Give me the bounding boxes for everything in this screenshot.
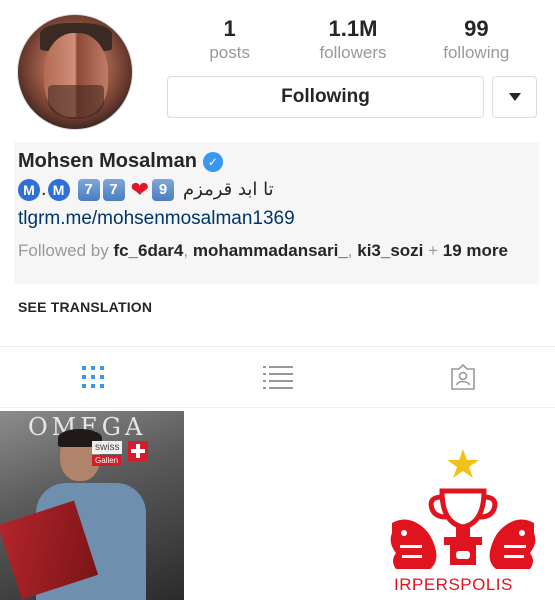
perspolis-logo-text: IRPERSPOLIS bbox=[394, 575, 513, 594]
following-button[interactable]: Following bbox=[167, 76, 484, 118]
followed-by: Followed by fc_6dar4, mohammadansari_, k… bbox=[18, 240, 528, 262]
post-thumbnail[interactable]: IRPERSPOLIS bbox=[372, 411, 555, 600]
stat-following[interactable]: 99 following bbox=[415, 16, 538, 64]
tagged-person-icon bbox=[450, 363, 475, 390]
followed-by-plus: + bbox=[423, 241, 443, 260]
profile-tabs bbox=[0, 347, 555, 407]
followed-by-user[interactable]: ki3_sozi bbox=[357, 241, 423, 260]
profile-avatar[interactable] bbox=[17, 14, 133, 130]
followed-by-prefix: Followed by bbox=[18, 241, 114, 260]
followed-by-more[interactable]: 19 more bbox=[443, 241, 508, 260]
tab-tagged[interactable] bbox=[370, 347, 555, 407]
perspolis-logo-icon bbox=[390, 449, 536, 569]
circled-m-emoji: M bbox=[18, 178, 40, 201]
red-heart-emoji: ❤ bbox=[130, 176, 149, 202]
list-icon bbox=[262, 366, 293, 389]
stat-followers-value: 1.1M bbox=[328, 16, 378, 41]
post-gallen-label: Gallen bbox=[92, 455, 122, 466]
followed-by-user[interactable]: mohammadansari_ bbox=[193, 241, 348, 260]
keycap-seven-emoji: 7 bbox=[102, 178, 125, 201]
name-row: Mohsen Mosalman ✓ bbox=[18, 150, 223, 173]
tabs-divider-bottom bbox=[0, 407, 555, 408]
suggestions-dropdown-button[interactable] bbox=[492, 76, 537, 118]
stat-posts-label: posts bbox=[209, 43, 250, 62]
profile-bio: Mohsen Mosalman ✓ M . M 7 7 ❤ 9 تا ابد ق… bbox=[14, 142, 539, 284]
caret-down-icon bbox=[508, 93, 521, 101]
post-swiss-label: swiss bbox=[92, 441, 123, 454]
verified-badge-icon: ✓ bbox=[202, 151, 223, 172]
bio-persian-text: تا ابد قرمزم bbox=[183, 179, 274, 200]
followed-by-user[interactable]: fc_6dar4 bbox=[113, 241, 183, 260]
post-thumbnail[interactable]: OMEGA swiss Gallen bbox=[0, 411, 184, 600]
profile-link[interactable]: tlgrm.me/mohsenmosalman1369 bbox=[18, 208, 295, 230]
keycap-nine-emoji: 9 bbox=[152, 178, 174, 201]
tab-list[interactable] bbox=[185, 347, 370, 407]
profile-name: Mohsen Mosalman bbox=[18, 150, 197, 172]
followed-by-separator: , bbox=[183, 241, 193, 260]
circled-m-emoji: M bbox=[47, 178, 70, 201]
keycap-seven-emoji: 7 bbox=[77, 178, 100, 201]
followed-by-separator: , bbox=[347, 241, 358, 260]
swiss-cross-icon bbox=[128, 441, 148, 461]
grid-icon bbox=[81, 366, 104, 388]
avatar-beard bbox=[48, 85, 104, 119]
stat-following-value: 99 bbox=[464, 16, 489, 41]
stat-posts[interactable]: 1 posts bbox=[168, 16, 291, 64]
see-translation-button[interactable]: SEE TRANSLATION bbox=[18, 299, 152, 315]
bio-dot: . bbox=[41, 178, 47, 200]
stat-posts-value: 1 bbox=[223, 16, 236, 41]
profile-stats: 1 posts 1.1M followers 99 following bbox=[168, 16, 538, 64]
tab-grid[interactable] bbox=[0, 347, 185, 407]
stat-followers-label: followers bbox=[319, 43, 387, 62]
post-thumbnail-empty bbox=[186, 411, 370, 600]
stat-followers[interactable]: 1.1M followers bbox=[291, 16, 414, 64]
stat-following-label: following bbox=[443, 43, 510, 62]
bio-text: M . M 7 7 ❤ 9 تا ابد قرمزم bbox=[18, 178, 274, 201]
